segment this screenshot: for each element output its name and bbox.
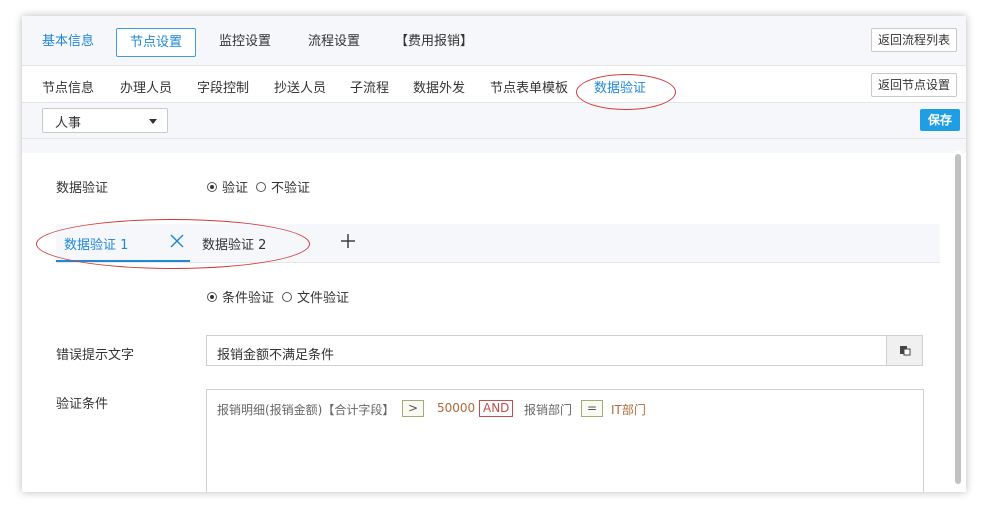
subtab-handlers[interactable]: 办理人员 <box>120 77 172 96</box>
sub-nav: 节点信息 办理人员 字段控制 抄送人员 子流程 数据外发 节点表单模板 数据验证… <box>22 66 966 107</box>
language-icon-button[interactable] <box>886 336 922 365</box>
validation-tabs: 数据验证 1 数据验证 2 <box>56 224 940 263</box>
validation-tab-2[interactable]: 数据验证 2 <box>202 234 266 253</box>
radio-no-validate[interactable] <box>256 181 267 192</box>
radio-no-validate-label: 不验证 <box>271 181 311 196</box>
tab-monitor-settings[interactable]: 监控设置 <box>219 28 271 56</box>
radio-file-validation-label: 文件验证 <box>297 291 350 306</box>
condition-logic[interactable]: AND <box>479 400 514 417</box>
translate-icon <box>900 346 911 356</box>
subtab-data-outbound[interactable]: 数据外发 <box>413 77 465 96</box>
plus-icon[interactable] <box>340 233 356 249</box>
subtab-node-form-template[interactable]: 节点表单模板 <box>490 77 568 96</box>
tab-flow-settings[interactable]: 流程设置 <box>308 28 360 56</box>
condition-token[interactable]: 报销部门 <box>524 401 572 418</box>
tab-basic-info[interactable]: 基本信息 <box>42 28 94 56</box>
caret-down-icon <box>149 119 157 124</box>
close-icon[interactable] <box>169 233 185 249</box>
subtab-node-info[interactable]: 节点信息 <box>42 77 94 96</box>
save-button[interactable]: 保存 <box>920 109 960 131</box>
subtab-data-validation[interactable]: 数据验证 <box>591 77 649 107</box>
condition-value[interactable]: IT部门 <box>611 401 646 418</box>
radio-file-validation[interactable] <box>282 291 293 302</box>
validation-tab-1[interactable]: 数据验证 1 <box>64 234 128 253</box>
condition-token[interactable]: 报销明细(报销金额)【合计字段】 <box>217 401 394 418</box>
condition-operator[interactable]: = <box>581 400 604 417</box>
department-select[interactable]: 人事 <box>42 108 168 133</box>
radio-validate-label: 验证 <box>222 181 249 196</box>
flow-name: 【费用报销】 <box>395 34 474 49</box>
validation-radio-group: 验证 不验证 <box>207 177 318 196</box>
content-panel: 数据验证 验证 不验证 数据验证 1 数据验证 2 条件验证 文件验证 错误提示… <box>22 139 966 492</box>
active-tab-underline <box>56 260 190 262</box>
radio-condition-validation[interactable] <box>207 291 217 302</box>
back-to-node-settings-button[interactable]: 返回节点设置 <box>871 73 958 97</box>
subtab-field-control[interactable]: 字段控制 <box>197 77 249 96</box>
subtab-cc-persons[interactable]: 抄送人员 <box>274 77 326 96</box>
scroll-thumb[interactable] <box>955 154 961 484</box>
toolbar: 人事 保存 <box>22 103 966 139</box>
condition-value[interactable]: 50000 <box>437 401 475 415</box>
back-to-flow-list-button[interactable]: 返回流程列表 <box>871 28 958 52</box>
condition-label: 验证条件 <box>56 397 109 412</box>
error-text-label: 错误提示文字 <box>56 348 135 363</box>
app-frame: 基本信息 节点设置 监控设置 流程设置 【费用报销】 返回流程列表 节点信息 办… <box>22 16 966 492</box>
radio-condition-validation-label: 条件验证 <box>222 291 275 306</box>
condition-operator[interactable]: > <box>402 400 425 417</box>
data-validation-label: 数据验证 <box>56 181 109 196</box>
radio-validate[interactable] <box>207 181 217 192</box>
department-select-value: 人事 <box>55 116 82 131</box>
content-spacer <box>22 139 966 153</box>
top-nav: 基本信息 节点设置 监控设置 流程设置 【费用报销】 返回流程列表 <box>22 16 966 66</box>
subtab-subflow[interactable]: 子流程 <box>350 77 389 96</box>
error-text-input[interactable]: 报销金额不满足条件 <box>206 335 923 366</box>
tab-node-settings[interactable]: 节点设置 <box>116 28 197 57</box>
vertical-scrollbar[interactable] <box>954 151 962 487</box>
validation-type-radio-group: 条件验证 文件验证 <box>207 287 357 306</box>
condition-editor[interactable]: 报销明细(报销金额)【合计字段】 > 50000 AND 报销部门 = IT部门 <box>206 389 924 492</box>
error-text-value: 报销金额不满足条件 <box>217 348 335 363</box>
